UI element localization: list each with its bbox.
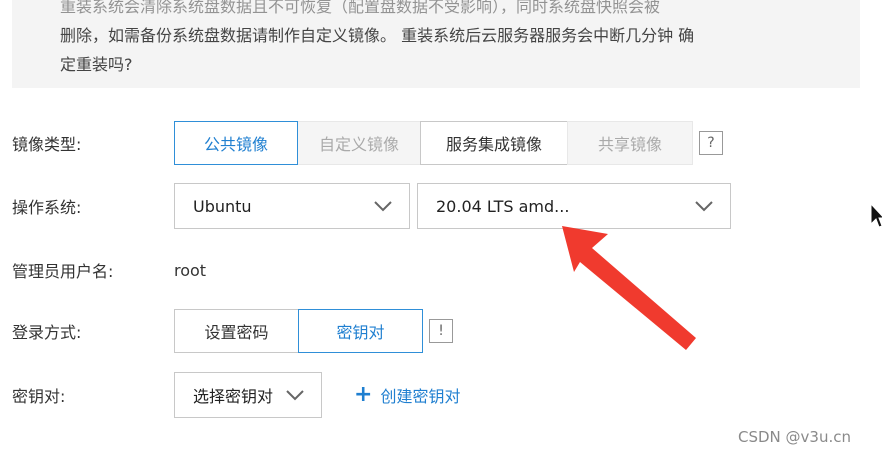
- warning-text-line: 重装系统会清除系统盘数据且不可恢复（配置盘数据不受影响），同时系统盘快照会被: [60, 0, 661, 16]
- tab-service-integration-image[interactable]: 服务集成镜像: [420, 121, 568, 165]
- image-type-selector: 公共镜像 自定义镜像 服务集成镜像 共享镜像: [174, 121, 693, 165]
- help-icon[interactable]: ?: [699, 131, 723, 155]
- image-type-label: 镜像类型:: [12, 135, 82, 154]
- os-select-value: Ubuntu: [193, 196, 252, 216]
- keypair-select[interactable]: 选择密钥对: [174, 372, 322, 418]
- login-method-selector: 设置密码 密钥对: [174, 309, 423, 353]
- tab-custom-image: 自定义镜像: [297, 121, 421, 165]
- chevron-down-icon: [285, 389, 305, 401]
- reinstall-system-panel: 重装系统会清除系统盘数据且不可恢复（配置盘数据不受影响），同时系统盘快照会被 删…: [0, 0, 882, 456]
- tab-key-pair[interactable]: 密钥对: [298, 309, 423, 353]
- keypair-select-value: 选择密钥对: [193, 387, 274, 406]
- image-type-row: 镜像类型: 公共镜像 自定义镜像 服务集成镜像 共享镜像 ?: [12, 121, 723, 165]
- keypair-label: 密钥对:: [12, 387, 66, 406]
- os-version-value: 20.04 LTS amd...: [436, 196, 570, 216]
- keypair-row: 密钥对: 选择密钥对 + 创建密钥对: [12, 372, 460, 418]
- tab-set-password[interactable]: 设置密码: [174, 309, 299, 353]
- warning-notice: 重装系统会清除系统盘数据且不可恢复（配置盘数据不受影响），同时系统盘快照会被 删…: [12, 0, 860, 88]
- info-icon[interactable]: !: [429, 319, 453, 343]
- tab-shared-image: 共享镜像: [567, 121, 693, 165]
- warning-text-line: 定重装吗?: [60, 55, 133, 74]
- chevron-down-icon: [373, 200, 393, 212]
- mouse-cursor-icon: [870, 203, 882, 228]
- os-select[interactable]: Ubuntu: [174, 183, 410, 229]
- admin-row: 管理员用户名: root: [12, 258, 206, 282]
- admin-username-value: root: [174, 260, 207, 280]
- os-row: 操作系统: Ubuntu 20.04 LTS amd...: [12, 183, 731, 229]
- chevron-down-icon: [694, 200, 714, 212]
- admin-username-label: 管理员用户名:: [12, 262, 114, 281]
- login-method-label: 登录方式:: [12, 323, 82, 342]
- plus-icon: +: [354, 382, 373, 407]
- tab-public-image[interactable]: 公共镜像: [174, 121, 298, 165]
- watermark: CSDN @v3u.cn: [738, 428, 851, 446]
- os-version-select[interactable]: 20.04 LTS amd...: [417, 183, 731, 229]
- warning-text-line: 删除，如需备份系统盘数据请制作自定义镜像。 重装系统后云服务器服务会中断几分钟 …: [60, 26, 695, 45]
- os-label: 操作系统:: [12, 198, 82, 217]
- login-method-row: 登录方式: 设置密码 密钥对 !: [12, 309, 453, 353]
- create-keypair-link[interactable]: + 创建密钥对: [354, 383, 460, 407]
- create-keypair-label: 创建密钥对: [380, 387, 461, 406]
